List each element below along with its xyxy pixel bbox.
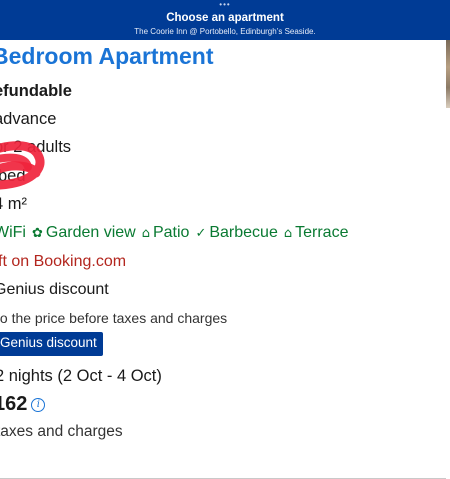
facility-label: Patio xyxy=(152,224,190,241)
facility-label: WiFi xyxy=(0,224,26,241)
total-price: 162 xyxy=(0,393,28,415)
refund-policy: efundable xyxy=(0,82,72,100)
facility-barbecue: ✓ Barbecue xyxy=(195,224,277,242)
discount-applied-note: to the price before taxes and charges xyxy=(0,310,228,326)
scarcity-message: ft on Booking.com xyxy=(0,253,127,270)
drag-handle-icon[interactable]: ••• xyxy=(0,1,450,9)
occupancy: or 2 adults xyxy=(0,138,72,156)
stay-duration: 2 nights (2 Oct - 4 Oct) xyxy=(0,367,162,385)
genius-discount-line: Genius discount xyxy=(0,281,109,298)
garden-icon: ✿ xyxy=(31,225,43,241)
price-row: 162 i xyxy=(0,393,46,416)
facility-terrace: ⌂ Terrace xyxy=(284,224,349,242)
facilities-list: WiFi ✿ Garden view ⌂ Patio ✓ Barbecue ⌂ … xyxy=(0,224,348,242)
room-title[interactable]: Bedroom Apartment xyxy=(0,43,214,70)
patio-icon: ⌂ xyxy=(141,225,150,241)
sheet-header: ••• Choose an apartment The Coorie Inn @… xyxy=(0,0,450,40)
room-card: Bedroom Apartment efundable advance or 2… xyxy=(0,40,446,479)
room-photo-thumbnail[interactable] xyxy=(446,40,450,108)
info-icon[interactable]: i xyxy=(31,397,46,412)
terrace-icon: ⌂ xyxy=(283,225,293,241)
taxes-note: taxes and charges xyxy=(0,423,123,440)
room-size: 4 m² xyxy=(0,195,27,213)
facility-garden-view: ✿ Garden view xyxy=(32,224,136,242)
bed-type: bed xyxy=(0,167,26,185)
sheet-title: Choose an apartment xyxy=(166,12,284,24)
check-icon: ✓ xyxy=(195,225,207,241)
facility-label: Terrace xyxy=(295,224,349,241)
facility-patio: ⌂ Patio xyxy=(142,224,190,242)
payment-policy: advance xyxy=(0,110,57,128)
property-name: The Coorie Inn @ Portobello, Edinburgh’s… xyxy=(134,27,316,36)
facility-label: Garden view xyxy=(45,224,136,241)
facility-wifi: WiFi xyxy=(0,224,26,242)
genius-badge: Genius discount xyxy=(0,332,103,356)
facility-label: Barbecue xyxy=(209,224,278,241)
